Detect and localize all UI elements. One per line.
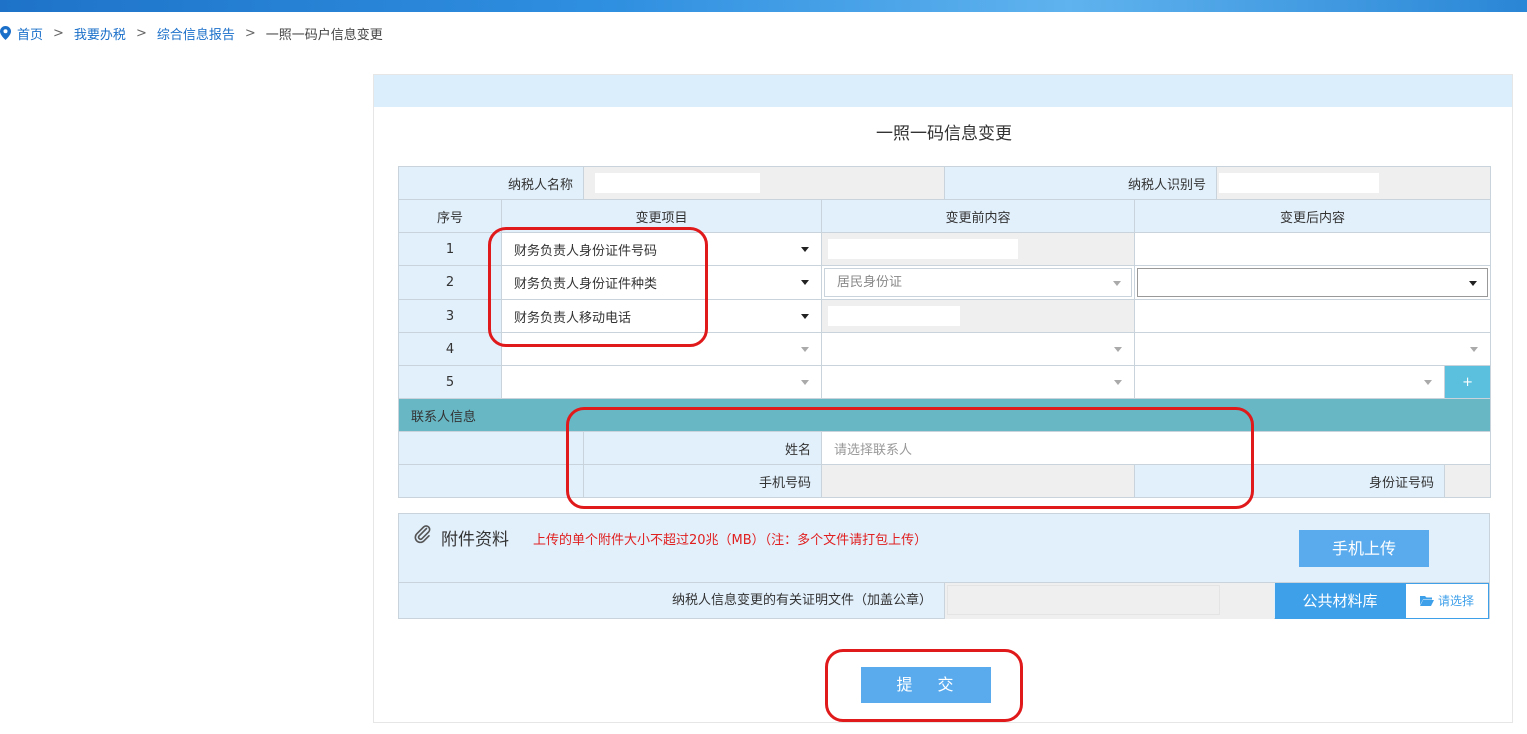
breadcrumb: 首页 > 我要办税 > 综合信息报告 > 一照一码户信息变更 xyxy=(0,24,383,43)
before-value xyxy=(821,299,1136,333)
after-input[interactable] xyxy=(1134,299,1492,333)
col-header-item: 变更项目 xyxy=(500,199,823,233)
before-select[interactable] xyxy=(821,365,1136,399)
col-header-before: 变更前内容 xyxy=(821,199,1136,233)
contact-section-header: 联系人信息 xyxy=(397,398,1492,432)
before-value xyxy=(821,232,1136,266)
taxpayer-id-value xyxy=(1216,166,1492,200)
breadcrumb-separator: > xyxy=(244,25,256,41)
contact-name-label: 姓名 xyxy=(583,431,823,465)
row-seq: 3 xyxy=(398,299,502,333)
after-select[interactable] xyxy=(1134,265,1492,300)
caret-down-icon xyxy=(801,247,810,252)
add-row-button[interactable]: + xyxy=(1444,365,1492,399)
table-row: 3 财务负责人移动电话 xyxy=(398,299,1492,333)
caret-down-icon xyxy=(1424,380,1433,385)
taxpayer-name-value xyxy=(583,166,946,200)
row-seq: 4 xyxy=(398,332,502,366)
col-header-seq: 序号 xyxy=(398,199,502,233)
change-item-select[interactable] xyxy=(500,365,823,399)
submit-button[interactable]: 提 交 xyxy=(861,667,991,703)
table-row: 1 财务负责人身份证件号码 xyxy=(398,232,1492,266)
caret-down-icon xyxy=(1469,281,1478,286)
taxpayer-id-label: 纳税人识别号 xyxy=(944,166,1218,200)
material-library-button[interactable]: 公共材料库 xyxy=(1275,583,1405,619)
before-value-text: 居民身份证 xyxy=(837,275,903,290)
after-select[interactable] xyxy=(1134,332,1492,366)
contact-idno-value xyxy=(1444,464,1492,498)
breadcrumb-report[interactable]: 综合信息报告 xyxy=(157,24,235,43)
contact-phone-value xyxy=(821,464,1136,498)
caret-down-icon xyxy=(801,314,810,319)
taxpayer-name-label: 纳税人名称 xyxy=(397,166,585,200)
caret-down-icon xyxy=(801,280,810,285)
change-item-select[interactable]: 财务负责人身份证件种类 xyxy=(500,265,823,300)
attachment-note: 上传的单个附件大小不超过20兆（MB）（注：多个文件请打包上传） xyxy=(533,533,928,548)
caret-down-icon xyxy=(801,347,810,352)
form-title: 一照一码信息变更 xyxy=(876,124,1012,144)
contact-phone-label: 手机号码 xyxy=(583,464,823,498)
after-select[interactable] xyxy=(1134,365,1446,399)
contact-idno-label: 身份证号码 xyxy=(1134,464,1446,498)
change-item-select[interactable] xyxy=(500,332,823,366)
contact-spacer xyxy=(397,464,585,498)
row-seq: 5 xyxy=(398,365,502,399)
before-select[interactable] xyxy=(821,332,1136,366)
caret-down-icon xyxy=(1114,347,1123,352)
form-panel: 一照一码信息变更 纳税人名称 纳税人识别号 序号 变更项目 变更前内容 变更后内… xyxy=(373,74,1513,723)
document-file-field xyxy=(944,583,1274,619)
change-item-select[interactable]: 财务负责人移动电话 xyxy=(500,299,823,333)
change-table: 纳税人名称 纳税人识别号 序号 变更项目 变更前内容 变更后内容 1 财务负责人… xyxy=(397,166,1492,498)
breadcrumb-home[interactable]: 首页 xyxy=(17,24,43,43)
change-item-value: 财务负责人身份证件种类 xyxy=(514,277,658,292)
change-item-select[interactable]: 财务负责人身份证件号码 xyxy=(500,232,823,266)
caret-down-icon xyxy=(801,380,810,385)
row-seq: 1 xyxy=(398,232,502,266)
table-row: 2 财务负责人身份证件种类 居民身份证 xyxy=(398,265,1492,300)
change-item-value: 财务负责人身份证件号码 xyxy=(514,243,658,259)
contact-spacer xyxy=(397,431,585,465)
breadcrumb-tax[interactable]: 我要办税 xyxy=(74,24,126,43)
caret-down-icon xyxy=(1114,380,1123,385)
caret-down-icon xyxy=(1113,281,1122,286)
change-item-value: 财务负责人移动电话 xyxy=(514,310,632,326)
panel-header xyxy=(374,75,1512,107)
choose-file-button[interactable]: 请选择 xyxy=(1405,583,1489,619)
document-label: 纳税人信息变更的有关证明文件（加盖公章） xyxy=(671,593,932,608)
row-seq: 2 xyxy=(398,265,502,300)
contact-name-input[interactable]: 请选择联系人 xyxy=(821,431,1492,465)
col-header-after: 变更后内容 xyxy=(1134,199,1492,233)
choose-file-label: 请选择 xyxy=(1437,594,1474,608)
attachment-section: 附件资料 上传的单个附件大小不超过20兆（MB）（注：多个文件请打包上传） 手机… xyxy=(398,513,1490,619)
breadcrumb-current: 一照一码户信息变更 xyxy=(265,27,383,43)
table-row: 4 xyxy=(398,332,1492,366)
location-pin-icon xyxy=(0,26,11,40)
after-input[interactable] xyxy=(1134,232,1492,266)
mobile-upload-button[interactable]: 手机上传 xyxy=(1299,530,1429,567)
top-banner xyxy=(0,0,1527,12)
breadcrumb-separator: > xyxy=(135,25,147,41)
before-select: 居民身份证 xyxy=(821,265,1136,300)
caret-down-icon xyxy=(1470,347,1479,352)
folder-open-icon xyxy=(1419,596,1434,606)
breadcrumb-separator: > xyxy=(53,25,64,41)
table-row: 5 + xyxy=(398,365,1492,399)
